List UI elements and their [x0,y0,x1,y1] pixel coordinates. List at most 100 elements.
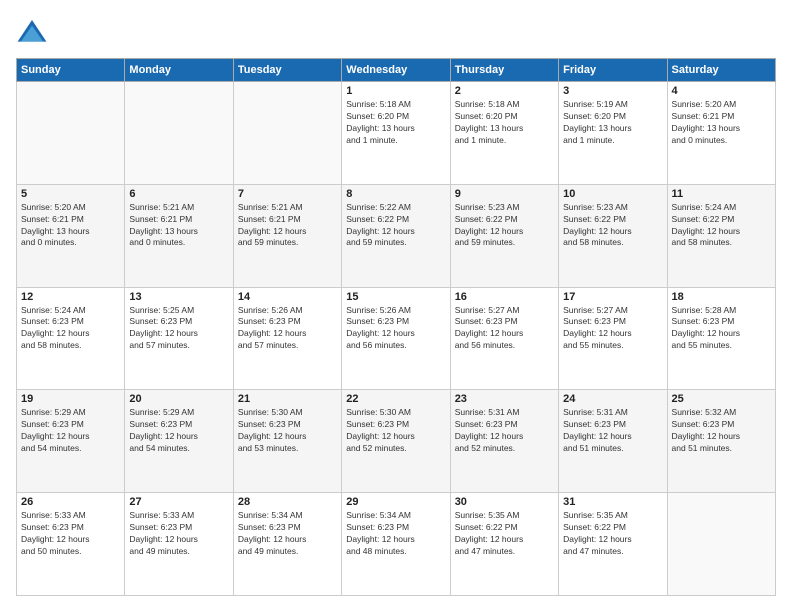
weekday-header-tuesday: Tuesday [233,59,341,82]
calendar-day: 23 Sunrise: 5:31 AM Sunset: 6:23 PM Dayli… [450,390,558,493]
day-info: Sunrise: 5:27 AM Sunset: 6:23 PM Dayligh… [563,305,662,353]
day-info: Sunrise: 5:35 AM Sunset: 6:22 PM Dayligh… [563,510,662,558]
day-number: 15 [346,291,445,303]
day-info: Sunrise: 5:34 AM Sunset: 6:23 PM Dayligh… [238,510,337,558]
calendar-day: 1Sunrise: 5:18 AM Sunset: 6:20 PM Daylig… [342,82,450,185]
calendar-day [17,82,125,185]
day-info: Sunrise: 5:29 AM Sunset: 6:23 PM Dayligh… [21,407,120,455]
day-number: 3 [563,85,662,97]
day-info: Sunrise: 5:32 AM Sunset: 6:23 PM Dayligh… [672,407,771,455]
day-number: 22 [346,393,445,405]
calendar-day: 26Sunrise: 5:33 AM Sunset: 6:23 PM Dayli… [17,493,125,596]
day-number: 13 [129,291,228,303]
day-number: 28 [238,496,337,508]
calendar-day: 29Sunrise: 5:34 AM Sunset: 6:23 PM Dayli… [342,493,450,596]
calendar-day: 8 Sunrise: 5:22 AM Sunset: 6:22 PM Daylig… [342,184,450,287]
day-number: 1 [346,85,445,97]
day-number: 21 [238,393,337,405]
calendar-week-row: 26 Sunrise: 5:33 AM Sunset: 6:23 PM Dayli… [17,493,776,596]
calendar-day: 27 Sunrise: 5:33 AM Sunset: 6:23 PM Dayli… [125,493,233,596]
calendar-day: 4 Sunrise: 5:20 AM Sunset: 6:21 PM Daylig… [667,82,775,185]
day-number: 5 [21,188,120,200]
weekday-header-row: SundayMondayTuesdayWednesdayThursdayFrid… [17,59,776,82]
header [16,16,776,48]
calendar-day: 6 Sunrise: 5:21 AM Sunset: 6:21 PM Daylig… [125,184,233,287]
day-info: Sunrise: 5:33 AM Sunset: 6:23 PM Dayligh… [129,510,228,558]
calendar-day: 25 Sunrise: 5:32 AM Sunset: 6:23 PM Dayli… [667,390,775,493]
calendar-table: SundayMondayTuesdayWednesdayThursdayFrid… [16,58,776,596]
day-info: Sunrise: 5:20 AM Sunset: 6:21 PM Dayligh… [21,202,120,250]
weekday-header-monday: Monday [125,59,233,82]
calendar-day: 11Sunrise: 5:24 AM Sunset: 6:22 PM Dayli… [667,184,775,287]
calendar-day: 21 Sunrise: 5:30 AM Sunset: 6:23 PM Dayli… [233,390,341,493]
calendar-day: 31 Sunrise: 5:35 AM Sunset: 6:22 PM Dayli… [559,493,667,596]
day-number: 31 [563,496,662,508]
calendar-day [233,82,341,185]
page: SundayMondayTuesdayWednesdayThursdayFrid… [0,0,792,612]
day-info: Sunrise: 5:27 AM Sunset: 6:23 PM Dayligh… [455,305,554,353]
weekday-header-saturday: Saturday [667,59,775,82]
calendar-day: 22 Sunrise: 5:30 AM Sunset: 6:23 PM Dayli… [342,390,450,493]
day-number: 18 [672,291,771,303]
day-number: 7 [238,188,337,200]
day-number: 23 [455,393,554,405]
day-info: Sunrise: 5:31 AM Sunset: 6:23 PM Dayligh… [455,407,554,455]
day-number: 14 [238,291,337,303]
weekday-header-friday: Friday [559,59,667,82]
day-info: Sunrise: 5:23 AM Sunset: 6:22 PM Dayligh… [455,202,554,250]
day-number: 6 [129,188,228,200]
calendar-day: 13 Sunrise: 5:25 AM Sunset: 6:23 PM Dayli… [125,287,233,390]
day-number: 17 [563,291,662,303]
day-info: Sunrise: 5:29 AM Sunset: 6:23 PM Dayligh… [129,407,228,455]
day-number: 26 [21,496,120,508]
calendar-day: 3 Sunrise: 5:19 AM Sunset: 6:20 PM Daylig… [559,82,667,185]
calendar-day: 24 Sunrise: 5:31 AM Sunset: 6:23 PM Dayli… [559,390,667,493]
calendar-day: 9 Sunrise: 5:23 AM Sunset: 6:22 PM Daylig… [450,184,558,287]
day-number: 20 [129,393,228,405]
day-info: Sunrise: 5:22 AM Sunset: 6:22 PM Dayligh… [346,202,445,250]
day-info: Sunrise: 5:18 AM Sunset: 6:20 PM Dayligh… [455,99,554,147]
calendar-week-row: 1 Sunrise: 5:18 AM Sunset: 6:20 PM Daylig… [17,82,776,185]
day-info: Sunrise: 5:28 AM Sunset: 6:23 PM Dayligh… [672,305,771,353]
day-info: Sunrise: 5:30 AM Sunset: 6:23 PM Dayligh… [238,407,337,455]
calendar-day: 16 Sunrise: 5:27 AM Sunset: 6:23 PM Dayli… [450,287,558,390]
weekday-header-sunday: Sunday [17,59,125,82]
day-info: Sunrise: 5:24 AM Sunset: 6:22 PM Dayligh… [672,202,771,250]
day-info: Sunrise: 5:24 AM Sunset: 6:23 PM Dayligh… [21,305,120,353]
day-number: 24 [563,393,662,405]
calendar-day: 20 Sunrise: 5:29 AM Sunset: 6:23 PM Dayli… [125,390,233,493]
calendar-day: 28 Sunrise: 5:34 AM Sunset: 6:23 PM Dayli… [233,493,341,596]
day-number: 9 [455,188,554,200]
day-info: Sunrise: 5:21 AM Sunset: 6:21 PM Dayligh… [129,202,228,250]
calendar-week-row: 19 Sunrise: 5:29 AM Sunset: 6:23 PM Dayli… [17,390,776,493]
day-number: 8 [346,188,445,200]
weekday-header-thursday: Thursday [450,59,558,82]
calendar-day: 12 Sunrise: 5:24 AM Sunset: 6:23 PM Dayli… [17,287,125,390]
calendar-day: 2 Sunrise: 5:18 AM Sunset: 6:20 PM Daylig… [450,82,558,185]
day-number: 4 [672,85,771,97]
day-info: Sunrise: 5:31 AM Sunset: 6:23 PM Dayligh… [563,407,662,455]
day-number: 16 [455,291,554,303]
day-number: 30 [455,496,554,508]
day-info: Sunrise: 5:26 AM Sunset: 6:23 PM Dayligh… [238,305,337,353]
day-number: 29 [346,496,445,508]
calendar-day: 17 Sunrise: 5:27 AM Sunset: 6:23 PM Dayli… [559,287,667,390]
day-info: Sunrise: 5:35 AM Sunset: 6:22 PM Dayligh… [455,510,554,558]
day-info: Sunrise: 5:30 AM Sunset: 6:23 PM Dayligh… [346,407,445,455]
day-number: 2 [455,85,554,97]
day-info: Sunrise: 5:23 AM Sunset: 6:22 PM Dayligh… [563,202,662,250]
calendar-day [125,82,233,185]
calendar-week-row: 12 Sunrise: 5:24 AM Sunset: 6:23 PM Dayli… [17,287,776,390]
logo [16,16,52,48]
day-number: 12 [21,291,120,303]
logo-icon [16,16,48,48]
day-number: 27 [129,496,228,508]
day-info: Sunrise: 5:20 AM Sunset: 6:21 PM Dayligh… [672,99,771,147]
calendar-day: 19 Sunrise: 5:29 AM Sunset: 6:23 PM Dayli… [17,390,125,493]
day-number: 19 [21,393,120,405]
day-number: 25 [672,393,771,405]
calendar-day: 14 Sunrise: 5:26 AM Sunset: 6:23 PM Dayli… [233,287,341,390]
day-info: Sunrise: 5:21 AM Sunset: 6:21 PM Dayligh… [238,202,337,250]
day-info: Sunrise: 5:19 AM Sunset: 6:20 PM Dayligh… [563,99,662,147]
day-info: Sunrise: 5:25 AM Sunset: 6:23 PM Dayligh… [129,305,228,353]
